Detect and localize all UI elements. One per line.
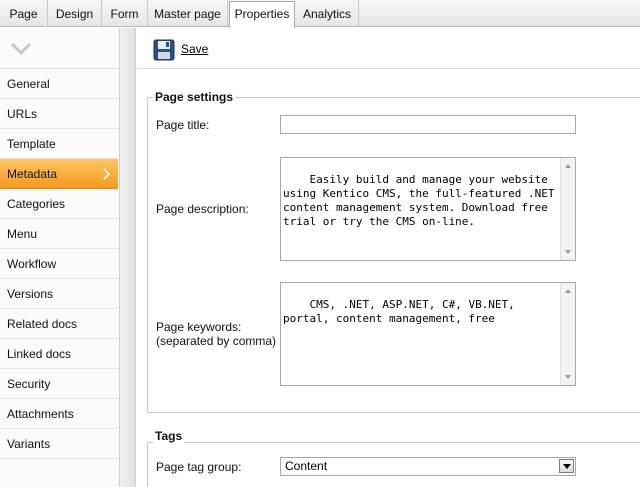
sidebar-item-menu[interactable]: Menu (0, 219, 118, 249)
sidebar-item-label: Menu (7, 227, 38, 241)
page-tag-group-value: Content (285, 459, 328, 473)
save-icon[interactable] (153, 39, 175, 61)
chevron-down-icon (10, 42, 32, 56)
page-tag-group-select[interactable]: Content (280, 457, 576, 476)
tab-analytics[interactable]: Analytics (296, 0, 359, 27)
save-button[interactable]: Save (181, 42, 208, 56)
sidebar-item-label: Security (7, 377, 51, 391)
sidebar-item-variants[interactable]: Variants (0, 429, 118, 459)
sidebar-item-label: Versions (7, 287, 54, 301)
sidebar-item-label: URLs (7, 107, 38, 121)
sidebar-item-label: Related docs (7, 317, 78, 331)
sidebar-item-label: Template (7, 137, 56, 151)
tab-page[interactable]: Page (0, 0, 48, 27)
sidebar-item-workflow[interactable]: Workflow (0, 249, 118, 279)
sidebar-item-label: Linked docs (7, 347, 72, 361)
page-description-text: Easily build and manage your website usi… (283, 173, 562, 228)
tags-legend: Tags (153, 429, 185, 443)
chevron-right-icon (103, 168, 111, 180)
page-tag-group-label: Page tag group: (156, 460, 242, 474)
sidebar-item-urls[interactable]: URLs (0, 99, 118, 129)
sidebar-item-label: Categories (7, 197, 66, 211)
sidebar-item-related-docs[interactable]: Related docs (0, 309, 118, 339)
page-keywords-scrollbar[interactable] (560, 283, 575, 385)
sidebar-item-label: Metadata (7, 167, 58, 181)
page-keywords-textarea[interactable]: CMS, .NET, ASP.NET, C#, VB.NET, portal, … (280, 282, 576, 386)
sidebar-item-label: Attachments (7, 407, 74, 421)
tab-design[interactable]: Design (48, 0, 102, 27)
page-title-label: Page title: (156, 118, 210, 132)
toolbar: Save (137, 28, 640, 69)
top-tab-bar: Page Design Form Master page Properties … (0, 0, 640, 28)
sidebar-item-metadata[interactable]: Metadata (0, 159, 118, 189)
page-keywords-hint: (separated by comma) (156, 334, 277, 348)
tab-master-page[interactable]: Master page (148, 0, 228, 27)
panel-splitter[interactable] (120, 28, 136, 487)
sidebar-item-security[interactable]: Security (0, 369, 118, 399)
sidebar-item-template[interactable]: Template (0, 129, 118, 159)
page-description-scrollbar[interactable] (560, 158, 575, 260)
page-title-input[interactable] (280, 115, 576, 134)
page-description-label: Page description: (156, 202, 249, 216)
sidebar-item-label: Workflow (7, 257, 57, 271)
page-settings-legend: Page settings (153, 90, 236, 104)
sidebar-item-linked-docs[interactable]: Linked docs (0, 339, 118, 369)
sidebar-item-general[interactable]: General (0, 69, 118, 99)
sidebar: General URLs Template Metadata Categorie… (0, 28, 120, 487)
sidebar-item-label: Variants (7, 437, 51, 451)
tab-properties[interactable]: Properties (229, 1, 295, 28)
sidebar-item-label: General (7, 77, 50, 91)
sidebar-item-attachments[interactable]: Attachments (0, 399, 118, 429)
dropdown-arrow-icon[interactable] (559, 459, 574, 473)
sidebar-item-categories[interactable]: Categories (0, 189, 118, 219)
page-description-textarea[interactable]: Easily build and manage your website usi… (280, 157, 576, 261)
sidebar-collapse-button[interactable] (0, 28, 118, 69)
tab-form[interactable]: Form (102, 0, 148, 27)
page-keywords-label: Page keywords: (156, 320, 242, 334)
page-keywords-text: CMS, .NET, ASP.NET, C#, VB.NET, portal, … (283, 298, 522, 325)
sidebar-item-versions[interactable]: Versions (0, 279, 118, 309)
content-area: Page settings Page title: Page descripti… (137, 70, 640, 487)
